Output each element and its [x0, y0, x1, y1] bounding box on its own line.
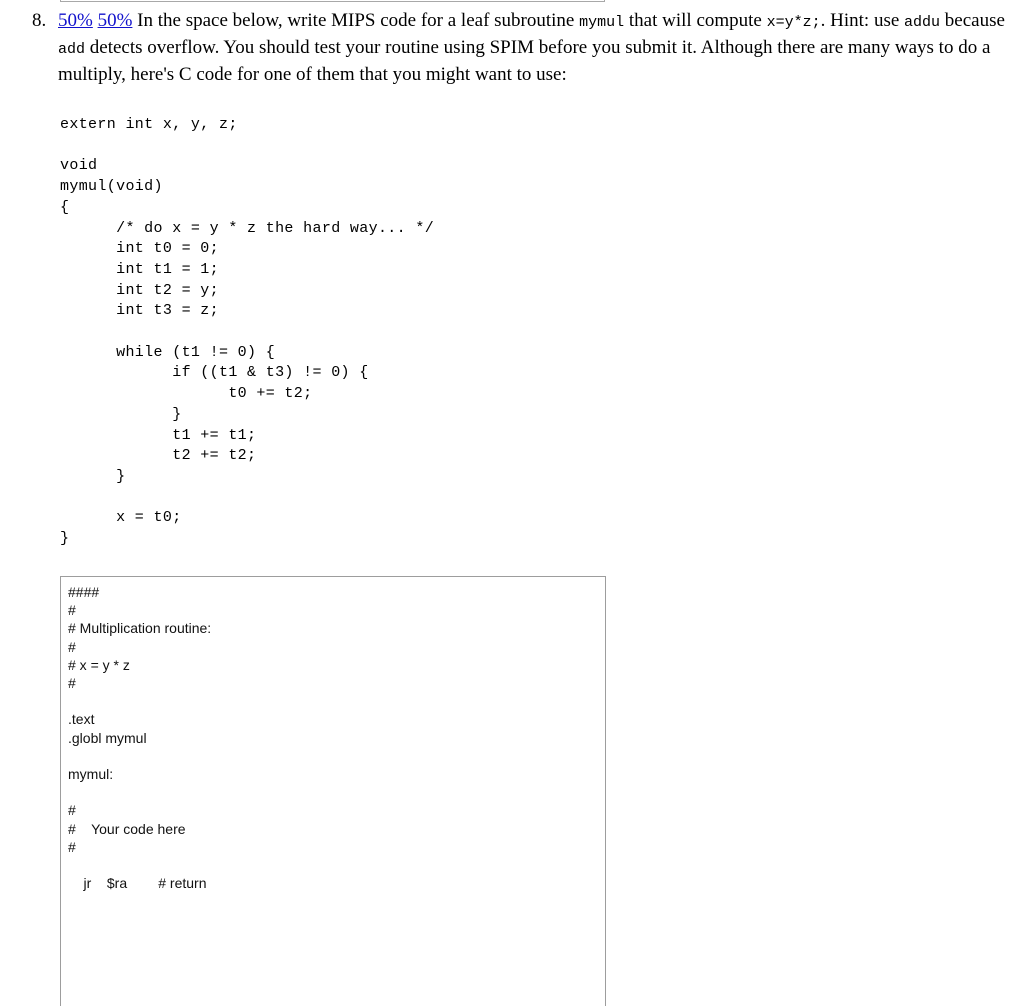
question-number: 8.: [32, 10, 47, 31]
grade-link-1[interactable]: 50%: [58, 10, 93, 31]
answer-textarea[interactable]: #### # # Multiplication routine: # # x =…: [60, 576, 606, 1006]
question-row: 8. 50% 50% In the space below, write MIP…: [32, 8, 1024, 87]
answer-textarea-content[interactable]: #### # # Multiplication routine: # # x =…: [61, 577, 605, 892]
c-code-listing: extern int x, y, z; void mymul(void) { /…: [60, 116, 435, 548]
question-block: 8. 50% 50% In the space below, write MIP…: [32, 8, 1024, 87]
inline-code-add: add: [58, 41, 86, 58]
question-sentence-part-4: because: [940, 10, 1005, 31]
inline-code-addu: addu: [904, 14, 941, 31]
question-sentence-part-5: detects overflow. You should test your r…: [58, 37, 991, 85]
question-sentence-part-3: . Hint: use: [820, 10, 905, 31]
question-sentence-part-1: In the space below, write MIPS code for …: [137, 10, 580, 31]
textarea-resize-grip-icon[interactable]: [591, 0, 603, 1]
inline-code-mymul: mymul: [579, 14, 625, 31]
previous-answer-textarea[interactable]: [60, 0, 605, 2]
question-sentence-part-2: that will compute: [624, 10, 767, 31]
inline-code-expression: x=y*z;: [766, 14, 821, 31]
grade-link-2[interactable]: 50%: [98, 10, 133, 31]
question-text: 50% 50% In the space below, write MIPS c…: [58, 8, 1024, 87]
